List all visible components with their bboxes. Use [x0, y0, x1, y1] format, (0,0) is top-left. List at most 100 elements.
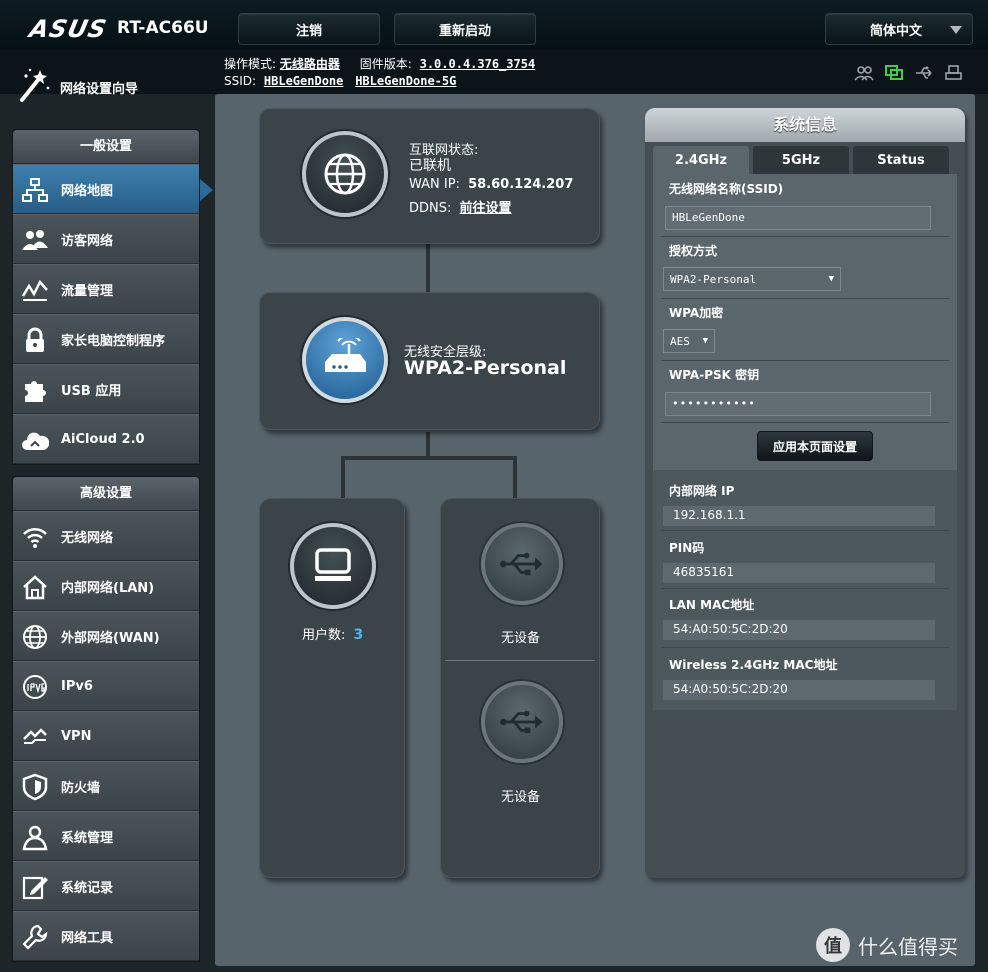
cloud-icon	[21, 426, 50, 454]
quick-setup-wizard[interactable]: 网络设置向导	[16, 66, 138, 108]
usb-port-2[interactable]	[481, 681, 563, 763]
vpn-icon	[21, 723, 49, 751]
ddns-label: DDNS:	[409, 201, 452, 216]
sidebar-item-label: 外部网络(WAN)	[61, 630, 160, 646]
router-status-info: 内部网络 IP 192.168.1.1 PIN码 46835161 LAN MA…	[653, 470, 957, 710]
sidebar-item-network-map[interactable]: 网络地图	[13, 164, 213, 214]
band-tabs: 2.4GHz 5GHz Status	[653, 146, 949, 175]
mode-link[interactable]: 无线路由器	[280, 57, 340, 71]
internet-node[interactable]: 互联网状态: 已联机 WAN IP: 58.60.124.207 DDNS: 前…	[259, 108, 600, 244]
ssid-24-link[interactable]: HBLeGenDone	[264, 74, 343, 88]
sidebar-item-label: 系统管理	[61, 830, 114, 846]
tab-status[interactable]: Status	[853, 146, 949, 175]
usb-port-1[interactable]	[481, 523, 563, 605]
ssid-5-link[interactable]: HBLeGenDone-5G	[355, 74, 456, 88]
clients-row: 用户数: 3	[302, 624, 363, 643]
pin-value: 46835161	[663, 563, 935, 583]
watermark-text: 什么值得买	[858, 934, 958, 959]
ssid-field-label: 无线网络名称(SSID)	[669, 182, 784, 196]
tab-24ghz[interactable]: 2.4GHz	[653, 146, 749, 175]
connector-internet-router	[426, 244, 430, 294]
model-name: RT-AC66U	[117, 18, 209, 38]
logout-button[interactable]: 注销	[238, 13, 380, 45]
auth-method-select[interactable]: WPA2-Personal ▼	[663, 267, 841, 291]
watermark: 值 什么值得买	[816, 928, 958, 962]
wpa-encryption-select[interactable]: AES ▼	[663, 329, 715, 353]
printer-status-icon[interactable]	[944, 64, 964, 82]
tab-5ghz[interactable]: 5GHz	[753, 146, 849, 175]
internet-status-icon[interactable]	[884, 64, 904, 82]
top-bar: ASUS RT-AC66U 注销 重新启动 简体中文	[0, 0, 988, 50]
network-map-icon	[21, 176, 49, 204]
divider	[661, 298, 949, 299]
lan-ip-value: 192.168.1.1	[663, 506, 935, 526]
usb-node: 无设备 无设备	[440, 498, 600, 878]
mode-line: 操作模式: 无线路由器 固件版本: 3.0.0.4.376_3754	[224, 55, 535, 72]
usb-icon	[500, 710, 543, 734]
wan-ip-label: WAN IP:	[409, 177, 460, 192]
wan-ip-row: WAN IP: 58.60.124.207	[409, 177, 573, 192]
usb-status-icon[interactable]	[914, 64, 934, 82]
auth-method-label: 授权方式	[669, 244, 718, 258]
internet-status-value: 已联机	[409, 158, 451, 174]
general-settings-title: 一般设置	[13, 130, 199, 164]
usb-divider	[445, 660, 595, 661]
sidebar-item-system-log[interactable]: 系统记录	[13, 861, 199, 911]
ddns-link[interactable]: 前往设置	[460, 201, 512, 216]
sidebar-item-traffic[interactable]: 流量管理	[13, 264, 199, 314]
sidebar-item-wireless[interactable]: 无线网络	[13, 511, 199, 561]
language-label: 简体中文	[870, 23, 923, 39]
sidebar-item-label: 系统记录	[61, 880, 114, 896]
sidebar-item-administration[interactable]: 系统管理	[13, 811, 199, 861]
sidebar-item-label: 访客网络	[61, 233, 114, 249]
usb-port-1-status: 无设备	[501, 631, 541, 646]
wan-ip-value: 58.60.124.207	[468, 177, 574, 192]
language-select[interactable]: 简体中文	[825, 13, 973, 45]
connector-router-down	[426, 432, 430, 458]
firmware-link[interactable]: 3.0.0.4.376_3754	[420, 57, 536, 71]
guest-network-icon	[21, 226, 49, 254]
reboot-button[interactable]: 重新启动	[394, 13, 536, 45]
sidebar-item-guest-network[interactable]: 访客网络	[13, 214, 199, 264]
lan-mac-value: 54:A0:50:5C:2D:20	[663, 620, 935, 640]
wrench-icon	[21, 923, 49, 951]
divider	[661, 360, 949, 361]
sidebar-item-label: 家长电脑控制程序	[61, 333, 166, 349]
ssid-input[interactable]: HBLeGenDone	[665, 206, 931, 230]
user-admin-icon	[21, 823, 49, 851]
sidebar-item-vpn[interactable]: VPN	[13, 711, 199, 761]
sidebar-item-network-tools[interactable]: 网络工具	[13, 911, 199, 961]
sidebar-item-wan[interactable]: 外部网络(WAN)	[13, 611, 199, 661]
sidebar-item-parental-control[interactable]: 家长电脑控制程序	[13, 314, 199, 364]
globe-icon	[324, 153, 366, 195]
divider	[661, 236, 949, 237]
clients-count[interactable]: 3	[354, 627, 364, 643]
wireless-mac-value: 54:A0:50:5C:2D:20	[663, 680, 935, 700]
sidebar-item-ipv6[interactable]: IPv6	[13, 661, 199, 711]
ssid-line: SSID: HBLeGenDone HBLeGenDone-5G	[224, 74, 456, 88]
usb-icon	[500, 552, 543, 576]
clients-circle	[290, 523, 376, 609]
sidebar-item-usb-app[interactable]: USB 应用	[13, 364, 199, 414]
system-info-panel: 系统信息 2.4GHz 5GHz Status 无线网络名称(SSID) HBL…	[645, 108, 965, 878]
sidebar-item-aicloud[interactable]: AiCloud 2.0	[13, 414, 199, 464]
wireless-settings-form: 无线网络名称(SSID) HBLeGenDone 授权方式 WPA2-Perso…	[653, 174, 957, 472]
wpa-encryption-label: WPA加密	[669, 306, 724, 320]
lan-ip-label: 内部网络 IP	[669, 484, 735, 498]
internet-globe	[302, 131, 388, 217]
ipv6-icon	[21, 673, 49, 701]
sidebar-item-label: 无线网络	[61, 530, 114, 546]
clients-node[interactable]: 用户数: 3	[259, 498, 405, 878]
firmware-label: 固件版本:	[359, 57, 412, 71]
sidebar-item-label: 流量管理	[61, 283, 114, 299]
psk-key-input[interactable]: •••••••••••	[665, 392, 931, 416]
apply-settings-button[interactable]: 应用本页面设置	[757, 431, 873, 461]
advanced-settings-menu: 高级设置 无线网络 内部网络(LAN) 外部网络(WAN) IPv6 VPN 防…	[12, 476, 200, 962]
sidebar-item-firewall[interactable]: 防火墙	[13, 761, 199, 811]
chevron-down-icon	[950, 26, 962, 34]
clients-status-icon[interactable]	[854, 64, 874, 82]
shield-icon	[21, 773, 49, 801]
router-node[interactable]: 无线安全层级: WPA2-Personal	[259, 292, 600, 430]
mode-label: 操作模式:	[224, 57, 277, 71]
sidebar-item-lan[interactable]: 内部网络(LAN)	[13, 561, 199, 611]
